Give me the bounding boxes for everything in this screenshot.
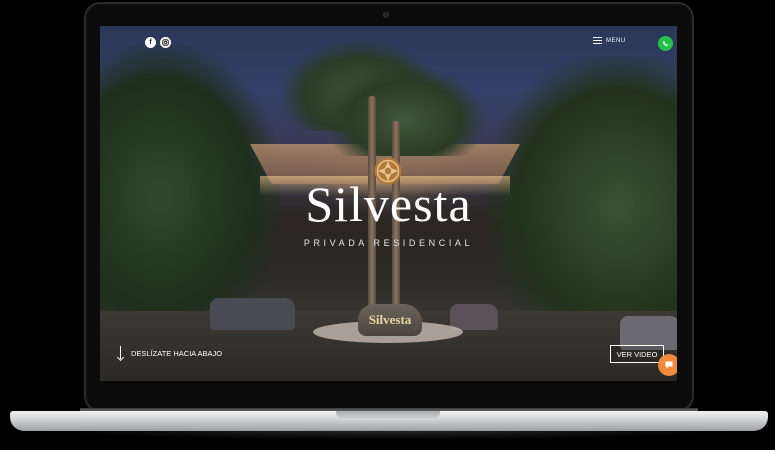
hamburger-icon (593, 37, 602, 44)
scroll-down-label: DESLÍZATE HACIA ABAJO (131, 348, 223, 358)
camera (383, 12, 389, 18)
facebook-icon[interactable]: f (145, 37, 156, 48)
brand-title: Silvesta (305, 176, 472, 232)
laptop-notch (336, 411, 440, 420)
scene-car-left (210, 298, 295, 330)
scroll-down-link[interactable]: DESLÍZATE HACIA ABAJO (117, 346, 222, 360)
monument-sign: Silvesta (368, 312, 412, 327)
arrow-down-icon (117, 346, 125, 360)
whatsapp-icon[interactable] (658, 36, 673, 51)
scene-palm-crown-right (325, 66, 485, 156)
menu-label: MENU (606, 37, 626, 44)
menu-button[interactable]: MENU (593, 37, 626, 44)
scene-car-center (450, 304, 498, 330)
chat-icon[interactable] (658, 354, 677, 376)
instagram-icon[interactable] (160, 37, 171, 48)
watch-video-button[interactable]: VER VIDEO (610, 345, 664, 363)
website-screen: Silvesta f MENU Silvesta PRIVADA RESIDEN… (100, 26, 677, 381)
laptop-shadow (40, 430, 740, 440)
brand-tagline: PRIVADA RESIDENCIAL (303, 238, 474, 248)
